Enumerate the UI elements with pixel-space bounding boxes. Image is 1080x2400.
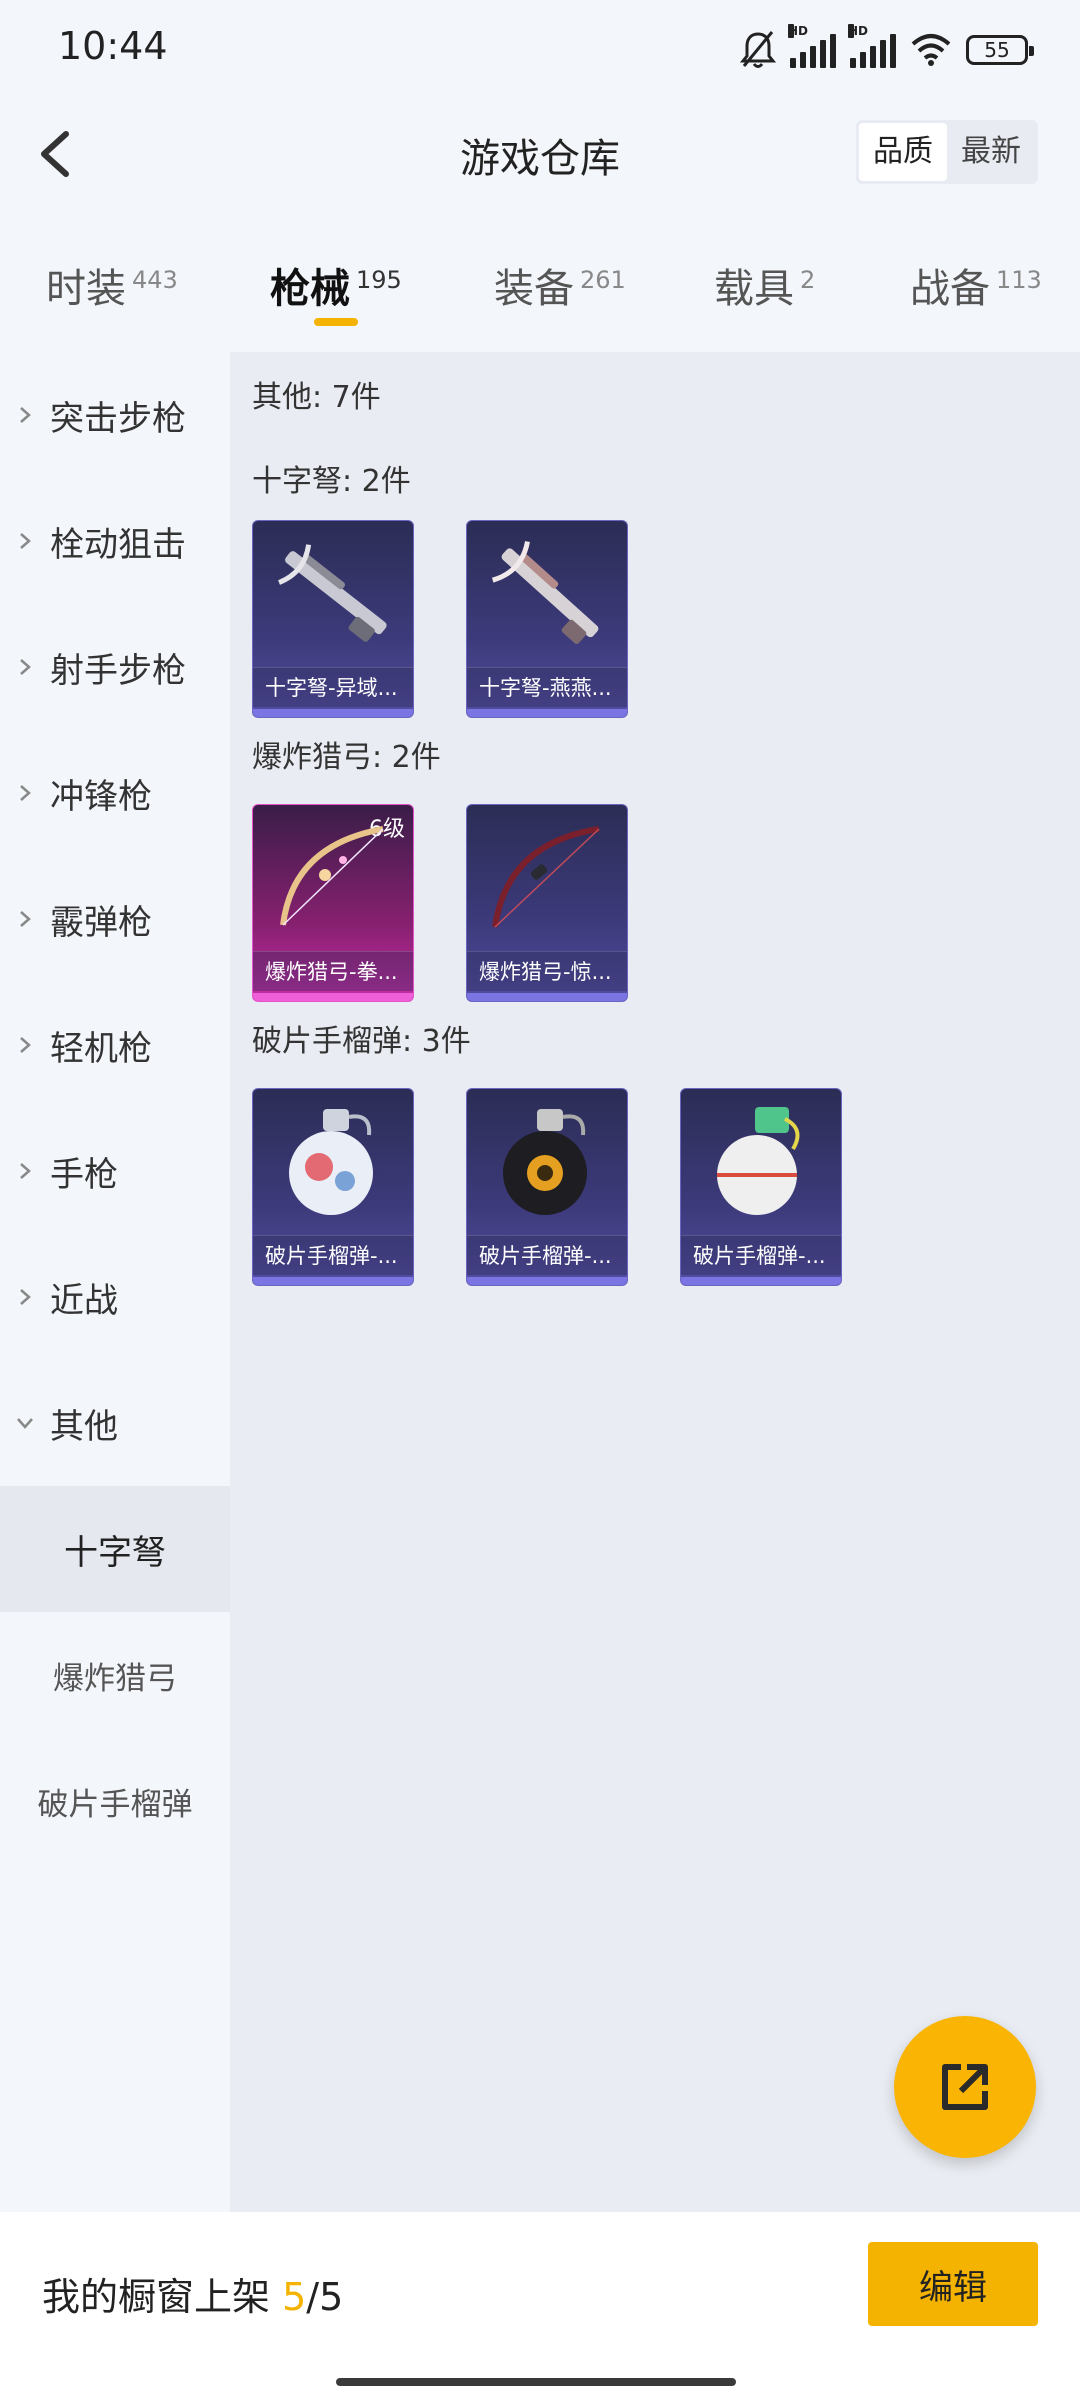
active-tab-indicator bbox=[314, 318, 358, 326]
status-icons: HD HD 55 bbox=[740, 24, 1034, 72]
grenade-image bbox=[503, 1109, 587, 1215]
chevron-right-icon bbox=[20, 911, 31, 927]
sidebar-subitem-frag-grenade[interactable]: 破片手榴弹 bbox=[0, 1738, 230, 1864]
section-title-crossbow: 十字弩: 2件 bbox=[252, 464, 411, 499]
shelf-status: 我的橱窗上架 5/5 bbox=[42, 2275, 344, 2319]
rarity-bar bbox=[681, 1277, 841, 1285]
sidebar-item-melee[interactable]: 近战 bbox=[0, 1234, 230, 1360]
sidebar-subitem-explosive-bow[interactable]: 爆炸猎弓 bbox=[0, 1612, 230, 1738]
item-grid: 其他: 7件 十字弩: 2件 十字弩-异域... 十字弩-燕燕... 爆炸猎弓:… bbox=[230, 352, 1080, 2212]
chevron-right-icon bbox=[20, 659, 31, 675]
sidebar-item-smg[interactable]: 冲锋枪 bbox=[0, 730, 230, 856]
sidebar-item-lmg[interactable]: 轻机枪 bbox=[0, 982, 230, 1108]
item-name: 十字弩-燕燕... bbox=[467, 667, 627, 707]
sidebar-item-bolt-sniper[interactable]: 栓动狙击 bbox=[0, 478, 230, 604]
rarity-bar bbox=[467, 993, 627, 1001]
tab-fashion[interactable]: 时装 443 bbox=[46, 256, 178, 314]
chevron-right-icon bbox=[20, 407, 31, 423]
item-name: 爆炸猎弓-惊... bbox=[467, 951, 627, 991]
category-tabs: 时装 443 枪械 195 装备 261 载具 2 战备 113 bbox=[0, 240, 1080, 340]
tab-supplies[interactable]: 战备 113 bbox=[910, 256, 1042, 314]
battery-icon: 55 bbox=[966, 35, 1034, 65]
grenade-image bbox=[717, 1107, 800, 1215]
item-card[interactable]: 十字弩-异域... bbox=[252, 520, 414, 718]
chevron-right-icon bbox=[20, 1163, 31, 1179]
section-title-frag-grenade: 破片手榴弹: 3件 bbox=[252, 1024, 471, 1059]
crossbow-image bbox=[491, 541, 599, 644]
bell-mute-icon bbox=[740, 31, 776, 68]
tab-vehicles[interactable]: 载具 2 bbox=[714, 256, 815, 314]
grenade-image bbox=[289, 1109, 373, 1215]
crossbow-image bbox=[278, 544, 387, 642]
item-card[interactable]: 6级 爆炸猎弓-拳... bbox=[252, 804, 414, 1002]
section-title-explosive-bow: 爆炸猎弓: 2件 bbox=[252, 740, 441, 775]
sidebar-item-assault-rifle[interactable]: 突击步枪 bbox=[0, 352, 230, 478]
rarity-bar bbox=[467, 709, 627, 717]
chevron-right-icon bbox=[20, 785, 31, 801]
item-card[interactable]: 十字弩-燕燕... bbox=[466, 520, 628, 718]
sort-toggle: 品质 最新 bbox=[856, 120, 1038, 184]
header: 游戏仓库 品质 最新 bbox=[0, 100, 1080, 210]
item-card[interactable]: 爆炸猎弓-惊... bbox=[466, 804, 628, 1002]
item-name: 破片手榴弹-... bbox=[467, 1235, 627, 1275]
share-button[interactable] bbox=[894, 2016, 1036, 2158]
tab-equipment[interactable]: 装备 261 bbox=[494, 256, 626, 314]
rarity-bar bbox=[253, 1277, 413, 1285]
item-name: 破片手榴弹-... bbox=[253, 1235, 413, 1275]
rarity-bar bbox=[253, 709, 413, 717]
wifi-icon bbox=[911, 34, 951, 66]
item-card[interactable]: 破片手榴弹-... bbox=[466, 1088, 628, 1286]
item-name: 破片手榴弹-... bbox=[681, 1235, 841, 1275]
edit-button[interactable]: 编辑 bbox=[868, 2242, 1038, 2326]
item-name: 十字弩-异域... bbox=[253, 667, 413, 707]
item-card[interactable]: 破片手榴弹-... bbox=[680, 1088, 842, 1286]
signal-icon: HD bbox=[848, 24, 896, 68]
share-external-icon bbox=[942, 2064, 988, 2110]
bottom-bar: 我的橱窗上架 5/5 编辑 bbox=[0, 2212, 1080, 2400]
chevron-right-icon bbox=[20, 533, 31, 549]
rarity-bar bbox=[253, 993, 413, 1001]
sidebar-item-marksman-rifle[interactable]: 射手步枪 bbox=[0, 604, 230, 730]
sidebar-item-pistol[interactable]: 手枪 bbox=[0, 1108, 230, 1234]
sort-latest-button[interactable]: 最新 bbox=[947, 123, 1035, 181]
bow-image bbox=[280, 826, 384, 926]
sort-quality-button[interactable]: 品质 bbox=[859, 123, 947, 181]
bow-image bbox=[492, 826, 600, 928]
sidebar-subitem-crossbow[interactable]: 十字弩 bbox=[0, 1486, 230, 1612]
status-bar: 10:44 HD HD 55 bbox=[0, 0, 1080, 100]
item-card[interactable]: 破片手榴弹-... bbox=[252, 1088, 414, 1286]
chevron-right-icon bbox=[20, 1037, 31, 1053]
chevron-right-icon bbox=[20, 1289, 31, 1305]
chevron-down-icon bbox=[17, 1418, 33, 1429]
signal-icon: HD bbox=[788, 24, 836, 68]
tab-guns[interactable]: 枪械 195 bbox=[270, 256, 402, 314]
home-indicator[interactable] bbox=[336, 2378, 736, 2386]
status-time: 10:44 bbox=[58, 24, 168, 68]
sidebar-item-shotgun[interactable]: 霰弹枪 bbox=[0, 856, 230, 982]
rarity-bar bbox=[467, 1277, 627, 1285]
group-title: 其他: 7件 bbox=[252, 380, 381, 415]
item-name: 爆炸猎弓-拳... bbox=[253, 951, 413, 991]
sidebar: 突击步枪 栓动狙击 射手步枪 冲锋枪 霰弹枪 轻机枪 手枪 近战 其他 十字弩 … bbox=[0, 352, 230, 2212]
sidebar-item-other[interactable]: 其他 bbox=[0, 1360, 230, 1486]
